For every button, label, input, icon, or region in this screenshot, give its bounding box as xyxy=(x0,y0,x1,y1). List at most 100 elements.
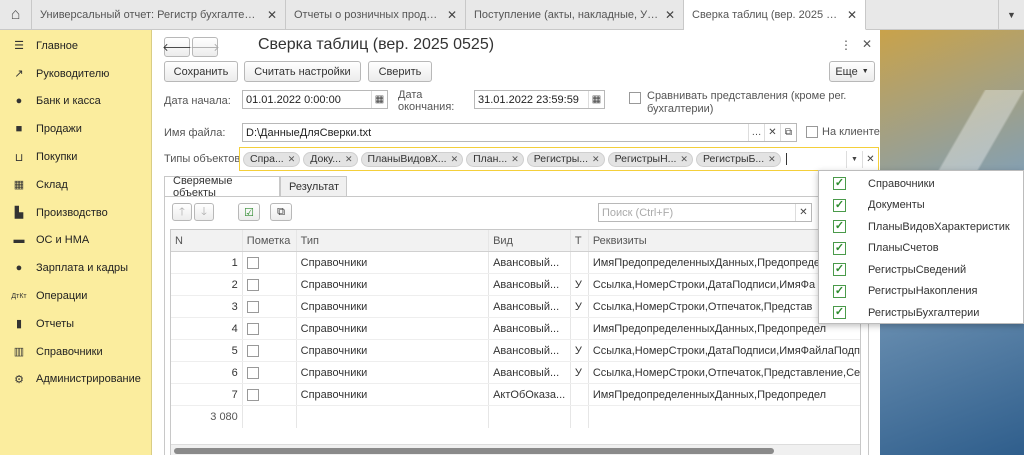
close-icon[interactable]: ✕ xyxy=(862,37,872,51)
move-up-button[interactable]: 🡑 xyxy=(172,203,192,221)
checkmark-icon[interactable]: ✓ xyxy=(833,241,846,255)
sidebar-item-sales[interactable]: ■ Продажи xyxy=(0,115,151,143)
tab-compared-objects[interactable]: Сверяемые объекты xyxy=(164,175,280,199)
row-mark-checkbox[interactable] xyxy=(246,344,259,357)
row-mark-checkbox[interactable] xyxy=(246,322,259,335)
sidebar-item-operations[interactable]: ДтКт Операции xyxy=(0,282,151,310)
forward-button[interactable]: 🡒 xyxy=(190,37,220,57)
sidebar-item-salary[interactable]: ● Зарплата и кадры xyxy=(0,254,151,282)
table-row[interactable]: 7 Справочники АктОбОказа... ИмяПредопределе… xyxy=(171,384,860,406)
close-icon[interactable]: ✕ xyxy=(847,8,857,22)
sidebar-item-catalogs[interactable]: ▥ Справочники xyxy=(0,338,151,366)
remove-icon[interactable]: ✕ xyxy=(592,154,600,165)
remove-icon[interactable]: ✕ xyxy=(511,154,519,165)
save-button[interactable]: Сохранить xyxy=(164,61,238,82)
clear-icon[interactable]: ✕ xyxy=(862,150,878,168)
horizontal-scrollbar[interactable] xyxy=(171,444,860,455)
sidebar-item-manager[interactable]: ↗ Руководителю xyxy=(0,60,151,88)
end-date-field[interactable]: 31.01.2022 23:59:59 ▦ xyxy=(474,90,605,109)
table-row[interactable]: 3 Справочники Авансовый... У Ссылка,НомерСтр… xyxy=(171,296,860,318)
close-icon[interactable]: ✕ xyxy=(267,8,277,22)
move-down-button[interactable]: 🡓 xyxy=(194,203,214,221)
remove-icon[interactable]: ✕ xyxy=(451,154,459,165)
checkmark-icon[interactable]: ✓ xyxy=(833,306,846,320)
tabs-menu-icon[interactable]: ▼ xyxy=(998,0,1024,29)
file-path-field[interactable]: D:\ДанныеДляСверки.txt … ✕ ⧉ xyxy=(242,123,797,142)
dropdown-option[interactable]: ✓ Документы xyxy=(819,195,1023,217)
checkmark-icon[interactable]: ✓ xyxy=(833,198,846,212)
row-mark-checkbox[interactable] xyxy=(246,366,259,379)
remove-icon[interactable]: ✕ xyxy=(288,154,296,165)
col-header-mark[interactable]: Пометка xyxy=(243,230,297,251)
dropdown-option[interactable]: ✓ ПланыВидовХарактеристик xyxy=(819,216,1023,238)
sidebar-item-reports[interactable]: ▮ Отчеты xyxy=(0,310,151,338)
browse-icon[interactable]: … xyxy=(748,124,764,141)
on-client-checkbox[interactable] xyxy=(806,126,818,138)
home-icon[interactable]: ⌂ xyxy=(0,0,32,30)
col-header-n[interactable]: N xyxy=(171,230,243,251)
type-chip[interactable]: Регистры... ✕ xyxy=(526,151,605,167)
checkmark-icon[interactable]: ✓ xyxy=(833,263,846,277)
dropdown-option[interactable]: ✓ Справочники xyxy=(819,173,1023,195)
sidebar-item-main[interactable]: ☰ Главное xyxy=(0,32,151,60)
type-chip[interactable]: Доку... ✕ xyxy=(303,151,358,167)
check-all-button[interactable]: ☑ xyxy=(238,203,260,221)
remove-icon[interactable]: ✕ xyxy=(768,154,776,165)
table-row[interactable]: 4 Справочники Авансовый... ИмяПредопределен… xyxy=(171,318,860,340)
start-date-field[interactable]: 01.01.2022 0:00:00 ▦ xyxy=(242,90,388,109)
type-chip[interactable]: Спра... ✕ xyxy=(243,151,301,167)
clear-icon[interactable]: ✕ xyxy=(795,204,811,221)
row-mark-checkbox[interactable] xyxy=(246,256,259,269)
checkmark-icon[interactable]: ✓ xyxy=(833,220,846,234)
dropdown-option[interactable]: ✓ РегистрыНакопления xyxy=(819,281,1023,303)
more-vertical-icon[interactable]: ⋮ xyxy=(840,38,852,52)
dropdown-option[interactable]: ✓ РегистрыСведений xyxy=(819,259,1023,281)
compare-button[interactable]: Сверить xyxy=(368,61,432,82)
sidebar-item-purchases[interactable]: ⊔ Покупки xyxy=(0,143,151,171)
col-header-type[interactable]: Тип xyxy=(297,230,490,251)
tab-receipts[interactable]: Поступление (акты, накладные, УПД) ✕ xyxy=(466,0,684,30)
type-chip[interactable]: План... ✕ xyxy=(466,151,524,167)
type-chip[interactable]: РегистрыБ... ✕ xyxy=(695,151,781,167)
col-header-kind[interactable]: Вид xyxy=(489,230,571,251)
tab-result[interactable]: Результат xyxy=(280,176,347,196)
row-mark-checkbox[interactable] xyxy=(246,388,259,401)
table-row[interactable]: 6 Справочники Авансовый... У Ссылка,НомерСтр… xyxy=(171,362,860,384)
type-chip[interactable]: ПланыВидовХ... ✕ xyxy=(360,151,464,167)
sidebar-item-bank[interactable]: ● Банк и касса xyxy=(0,88,151,116)
dropdown-option[interactable]: ✓ ПланыСчетов xyxy=(819,238,1023,260)
object-types-field[interactable]: Спра... ✕ Доку... ✕ ПланыВидовХ... ✕ План..… xyxy=(239,147,879,171)
more-button[interactable]: Еще ▼ xyxy=(829,61,875,82)
remove-icon[interactable]: ✕ xyxy=(345,154,353,165)
tab-retail-reports[interactable]: Отчеты о розничных продажах ✕ xyxy=(286,0,466,30)
tab-universal-report[interactable]: Универсальный отчет: Регистр бухгалтерии… xyxy=(32,0,286,30)
dropdown-option[interactable]: ✓ РегистрыБухгалтерии xyxy=(819,302,1023,324)
close-icon[interactable]: ✕ xyxy=(447,8,457,22)
close-icon[interactable]: ✕ xyxy=(665,8,675,22)
row-mark-checkbox[interactable] xyxy=(246,278,259,291)
sidebar-item-admin[interactable]: ⚙ Администрирование xyxy=(0,366,151,394)
table-row[interactable]: 5 Справочники Авансовый... У Ссылка,НомерСтр… xyxy=(171,340,860,362)
back-button[interactable]: 🡐 xyxy=(162,37,192,57)
compare-repr-checkbox[interactable] xyxy=(629,92,641,104)
sidebar-item-production[interactable]: ▙ Производство xyxy=(0,199,151,227)
table-row[interactable]: 2 Справочники Авансовый... У Ссылка,НомерСтр… xyxy=(171,274,860,296)
tab-table-compare[interactable]: Сверка таблиц (вер. 2025 0525) ✕ xyxy=(684,0,866,30)
checkmark-icon[interactable]: ✓ xyxy=(833,284,846,298)
clear-icon[interactable]: ✕ xyxy=(764,124,780,141)
sidebar-item-assets[interactable]: ▬ ОС и НМА xyxy=(0,227,151,255)
calendar-icon[interactable]: ▦ xyxy=(588,91,604,108)
sidebar-item-warehouse[interactable]: ▦ Склад xyxy=(0,171,151,199)
search-input[interactable]: Поиск (Ctrl+F) ✕ xyxy=(598,203,812,222)
type-chip[interactable]: РегистрыН... ✕ xyxy=(607,151,693,167)
open-icon[interactable]: ⧉ xyxy=(780,124,796,141)
col-header-t[interactable]: Т xyxy=(571,230,589,251)
calendar-icon[interactable]: ▦ xyxy=(371,91,387,108)
scrollbar-thumb[interactable] xyxy=(174,448,774,454)
copy-button[interactable]: ⧉ xyxy=(270,203,292,221)
remove-icon[interactable]: ✕ xyxy=(680,154,688,165)
dropdown-arrow-icon[interactable]: ▼ xyxy=(846,150,862,168)
table-row[interactable]: 1 Справочники Авансовый... ИмяПредопределен… xyxy=(171,252,860,274)
row-mark-checkbox[interactable] xyxy=(246,300,259,313)
read-settings-button[interactable]: Считать настройки xyxy=(244,61,361,82)
